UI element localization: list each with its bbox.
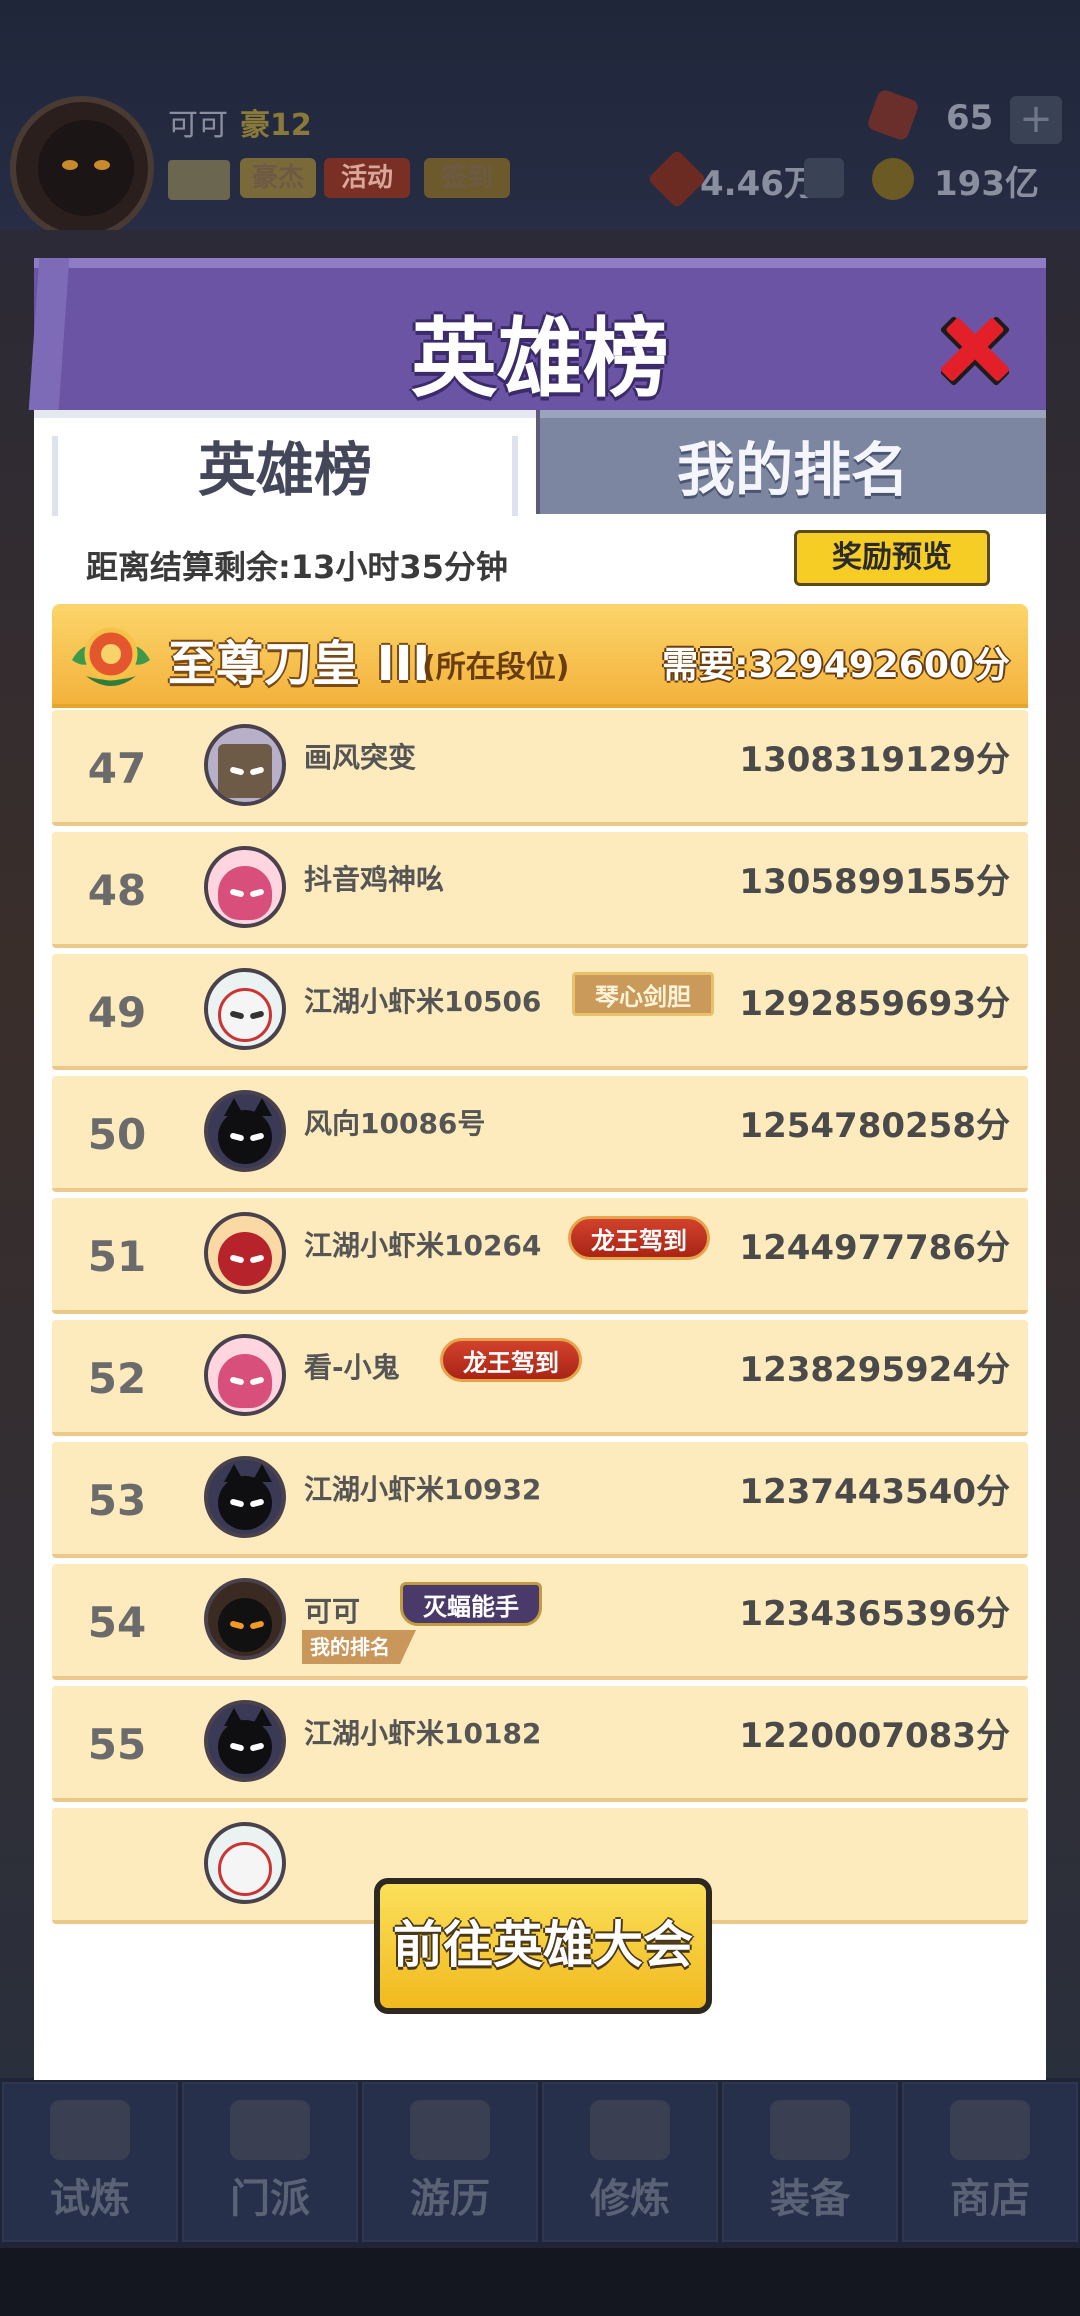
- table-row[interactable]: 51 江湖小虾米10264 龙王驾到 1244977786分: [52, 1198, 1028, 1314]
- player-score: 1244977786分: [739, 1228, 1010, 1268]
- table-row[interactable]: 47 画风突变 1308319129分: [52, 710, 1028, 826]
- hero-ranking-dialog: 英雄榜 英雄榜 我的排名 距离结算剩余:13小时35分钟 奖励预览 至尊刀皇 I…: [34, 258, 1046, 2080]
- gem-plus-button[interactable]: +: [1010, 96, 1062, 144]
- scroll-icon: [590, 2100, 670, 2160]
- settlement-countdown: 距离结算剩余:13小时35分钟: [86, 548, 508, 586]
- player-name: 看-小鬼: [304, 1351, 400, 1384]
- tier-current-label: (所在段位): [422, 650, 570, 685]
- player-level: 豪12: [240, 108, 312, 143]
- trial-icon: [50, 2100, 130, 2160]
- nav-tab-equip[interactable]: 装备: [722, 2082, 898, 2242]
- player-name: 江湖小虾米10506: [304, 985, 542, 1018]
- player-name: 抖音鸡神吆: [304, 863, 445, 896]
- avatar[interactable]: [204, 1822, 286, 1904]
- player-score: 1305899155分: [739, 862, 1010, 902]
- rank-number: 55: [87, 1720, 147, 1769]
- rank-number: 49: [87, 988, 147, 1037]
- footer-bar: [0, 2248, 1080, 2316]
- avatar[interactable]: [204, 968, 286, 1050]
- tier-emblem-icon: [72, 627, 150, 686]
- tab-bar: 英雄榜 我的排名: [34, 410, 1046, 516]
- rank-number: 51: [87, 1232, 147, 1281]
- avatar[interactable]: [204, 724, 286, 806]
- my-rank-tag: 我的排名: [302, 1630, 416, 1664]
- gold-value: 193亿: [934, 164, 1039, 204]
- power-value: 4.46万: [700, 164, 818, 204]
- nav-tab-shop[interactable]: 商店: [902, 2082, 1078, 2242]
- title-badge: 灭蝠能手: [400, 1582, 542, 1626]
- player-name: 画风突变: [304, 741, 417, 774]
- player-score: 1238295924分: [739, 1350, 1010, 1390]
- tab-my-rank[interactable]: 我的排名: [540, 410, 1046, 514]
- reward-preview-button[interactable]: 奖励预览: [794, 530, 990, 586]
- nav-tab-sect[interactable]: 门派: [182, 2082, 358, 2242]
- table-row[interactable]: 49 江湖小虾米10506 琴心剑胆 1292859693分: [52, 954, 1028, 1070]
- go-hero-conference-button[interactable]: 前往英雄大会: [374, 1878, 712, 2014]
- table-row[interactable]: 50 风向10086号 1254780258分: [52, 1076, 1028, 1192]
- nav-tab-travel[interactable]: 游历: [362, 2082, 538, 2242]
- player-name: 江湖小虾米10264: [304, 1229, 542, 1262]
- shop-icon: [950, 2100, 1030, 2160]
- rank-number: 48: [87, 866, 147, 915]
- player-score: 1308319129分: [739, 740, 1010, 780]
- table-row[interactable]: 48 抖音鸡神吆 1305899155分: [52, 832, 1028, 948]
- rank-number: 50: [87, 1110, 147, 1159]
- chip-signin[interactable]: 签到: [424, 158, 510, 198]
- rank-number: 53: [87, 1476, 147, 1525]
- title-badge: 龙王驾到: [440, 1338, 582, 1382]
- dialog-header: 英雄榜: [34, 258, 1046, 410]
- player-score: 1292859693分: [739, 984, 1010, 1024]
- table-row[interactable]: 52 看-小鬼 龙王驾到 1238295924分: [52, 1320, 1028, 1436]
- rank-number: 52: [87, 1354, 147, 1403]
- rank-number: 47: [87, 744, 147, 793]
- table-row[interactable]: 53 江湖小虾米10932 1237443540分: [52, 1442, 1028, 1558]
- game-top-bar: [0, 0, 1080, 230]
- close-button[interactable]: [930, 306, 1020, 396]
- avatar[interactable]: [204, 846, 286, 928]
- avatar[interactable]: [204, 1212, 286, 1294]
- title-badge: 龙王驾到: [568, 1216, 710, 1260]
- player-name: 江湖小虾米10932: [304, 1473, 542, 1506]
- player-name: 可可: [304, 1595, 361, 1628]
- tier-name: 至尊刀皇 III: [168, 636, 431, 692]
- sword-icon: [770, 2100, 850, 2160]
- title-badge: 琴心剑胆: [572, 972, 714, 1016]
- chip-hero[interactable]: 豪杰: [240, 158, 316, 198]
- tab-hero-ranking[interactable]: 英雄榜: [34, 410, 536, 516]
- tier-requirement: 需要:329492600分: [662, 645, 1010, 686]
- rank-number: 54: [87, 1598, 147, 1647]
- player-score: 1220007083分: [739, 1716, 1010, 1756]
- player-name: 江湖小虾米10182: [304, 1717, 542, 1750]
- player-name: 风向10086号: [304, 1107, 486, 1140]
- gold-icon: [872, 158, 914, 200]
- player-name: 可可 豪12: [168, 108, 312, 143]
- avatar[interactable]: [204, 1578, 286, 1660]
- player-score: 1237443540分: [739, 1472, 1010, 1512]
- player-score: 1234365396分: [739, 1594, 1010, 1634]
- close-icon: [940, 316, 1010, 386]
- player-avatar[interactable]: [10, 96, 154, 240]
- player-score: 1254780258分: [739, 1106, 1010, 1146]
- avatar[interactable]: [204, 1090, 286, 1172]
- power-info-button[interactable]: [804, 158, 844, 198]
- nav-tab-train[interactable]: 修炼: [542, 2082, 718, 2242]
- chip-event[interactable]: 活动: [324, 158, 410, 198]
- avatar[interactable]: [204, 1700, 286, 1782]
- mail-icon[interactable]: [168, 160, 230, 200]
- table-row-my-rank[interactable]: 54 可可 灭蝠能手 我的排名 1234365396分: [52, 1564, 1028, 1680]
- gem-value: 65: [946, 98, 994, 138]
- avatar[interactable]: [204, 1456, 286, 1538]
- travel-icon: [410, 2100, 490, 2160]
- nav-tab-trial[interactable]: 试炼: [2, 2082, 178, 2242]
- sect-icon: [230, 2100, 310, 2160]
- avatar[interactable]: [204, 1334, 286, 1416]
- tier-bar: 至尊刀皇 III (所在段位) 需要:329492600分: [52, 604, 1028, 708]
- table-row[interactable]: 55 江湖小虾米10182 1220007083分: [52, 1686, 1028, 1802]
- dialog-title: 英雄榜: [411, 309, 669, 409]
